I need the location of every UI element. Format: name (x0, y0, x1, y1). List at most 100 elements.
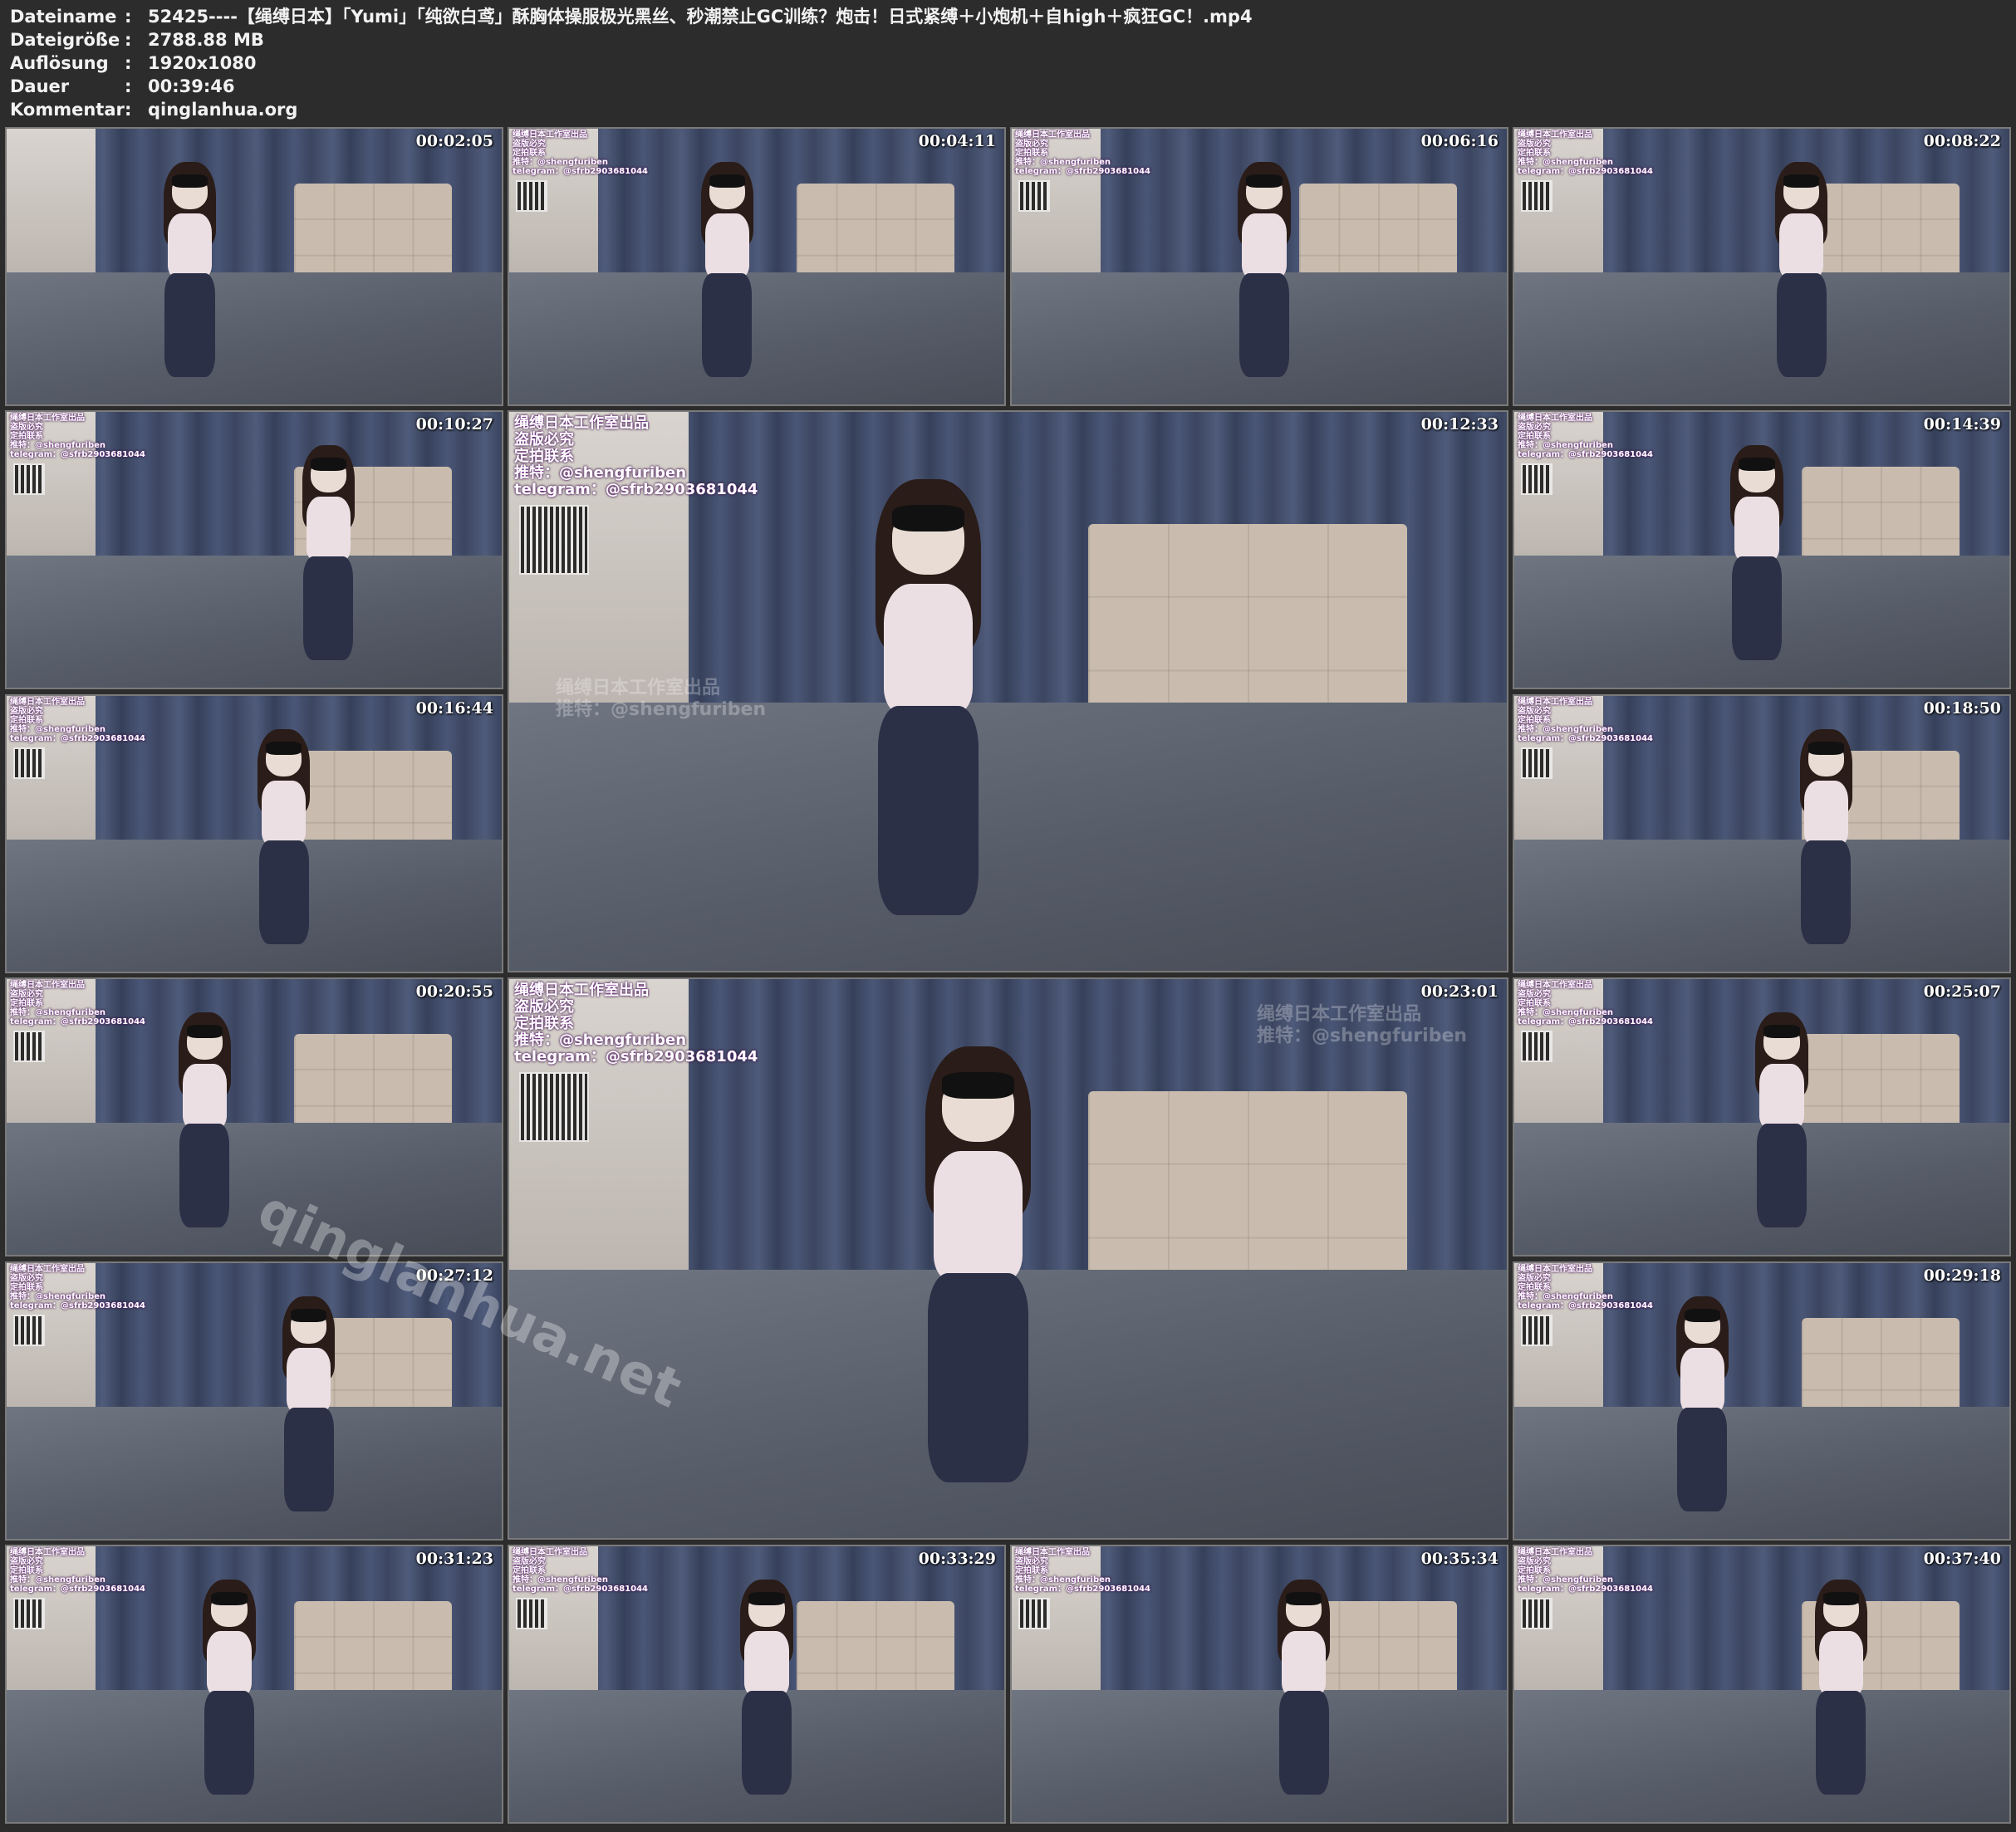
watermark-line: telegram：@sfrb2903681044 (514, 481, 758, 498)
watermark-line: 定拍联系 (10, 999, 43, 1008)
figure-legs (702, 273, 753, 377)
watermark-line: 推特：@shengfuriben (1518, 1292, 1614, 1301)
studio-watermark: 绳缚日本工作室出品 盗版必究 定拍联系 推特：@shengfuriben telegra… (1518, 981, 1653, 1026)
timestamp-label: 00:04:11 (918, 132, 996, 150)
watermark-line: 绳缚日本工作室出品 (514, 414, 649, 432)
watermark-line: 定拍联系 (1015, 1566, 1048, 1575)
figure-legs (1801, 840, 1852, 944)
watermark-line: 推特：@shengfuriben (1015, 158, 1111, 167)
figure-body (744, 1630, 789, 1696)
figure-mask (941, 1072, 1015, 1099)
timestamp-label: 00:25:07 (1923, 982, 2001, 1001)
watermark-line: telegram：@sfrb2903681044 (1518, 734, 1654, 743)
watermark-line: 推特：@shengfuriben (1518, 158, 1614, 167)
qr-code-icon (13, 1031, 45, 1062)
figure-legs (258, 840, 309, 944)
figure-legs (1756, 1124, 1807, 1227)
figure-body (182, 1063, 228, 1129)
figure-mask (1808, 742, 1845, 755)
watermark-line: 盗版必究 (514, 998, 574, 1016)
studio-watermark: 绳缚日本工作室出品 盗版必究 定拍联系 推特：@shengfuriben telegra… (1015, 130, 1150, 176)
info-separator: : (125, 7, 132, 27)
info-value: 52425----【绳缚日本】「Yumi」「纯欲白鸢」酥胸体操服极光黑丝、秒潮禁… (148, 7, 1253, 27)
scene-figure (1792, 728, 1861, 944)
watermark-line: 推特：@shengfuriben (514, 1031, 687, 1049)
studio-watermark: 绳缚日本工作室出品 盗版必究 定拍联系 推特：@shengfuriben telegra… (513, 130, 648, 176)
figure-body (1778, 213, 1824, 278)
qr-code-icon (13, 463, 45, 495)
watermark-line: 定拍联系 (1015, 149, 1048, 158)
figure-legs (179, 1124, 230, 1227)
watermark-line: telegram：@sfrb2903681044 (513, 167, 649, 176)
watermark-line: 盗版必究 (1518, 1274, 1551, 1283)
watermark-line: 盗版必究 (514, 431, 574, 448)
studio-watermark: 绳缚日本工作室出品 盗版必究 定拍联系 推特：@shengfuriben telegra… (1518, 1265, 1653, 1310)
qr-code-icon (519, 505, 589, 575)
timestamp-label: 00:20:55 (415, 982, 493, 1001)
scene-figure (1668, 1296, 1737, 1511)
watermark-line: 盗版必究 (513, 140, 546, 149)
watermark-line: 盗版必究 (10, 1274, 43, 1283)
watermark-line: 定拍联系 (1518, 716, 1551, 725)
figure-legs (283, 1408, 334, 1511)
qr-code-icon (1521, 1598, 1552, 1629)
watermark-line: 推特：@shengfuriben (1518, 1575, 1614, 1585)
video-frame-thumbnail: 绳缚日本工作室出品 盗版必究 定拍联系 推特：@shengfuriben telegra… (5, 1545, 503, 1824)
watermark-line: 盗版必究 (1015, 140, 1048, 149)
watermark-line: telegram：@sfrb2903681044 (1015, 167, 1151, 176)
faint-watermark: 绳缚日本工作室出品 推特：@shengfuriben (556, 678, 766, 721)
watermark-line: 推特：@shengfuriben (10, 1292, 106, 1301)
figure-legs (877, 705, 979, 915)
qr-code-icon (13, 747, 45, 779)
watermark-line: telegram：@sfrb2903681044 (513, 1585, 649, 1594)
figure-legs (164, 273, 215, 377)
studio-watermark: 绳缚日本工作室出品 盗版必究 定拍联系 推特：@shengfuriben telegra… (513, 1548, 648, 1594)
info-key: Dateiname (10, 7, 117, 27)
watermark-line: 绳缚日本工作室出品 (10, 1265, 85, 1274)
watermark-line: 绳缚日本工作室出品 (10, 981, 85, 990)
timestamp-label: 00:14:39 (1923, 415, 2001, 434)
watermark-line: 推特：@shengfuriben (10, 1575, 106, 1585)
timestamp-label: 00:10:27 (415, 415, 493, 434)
watermark-line: telegram：@sfrb2903681044 (1518, 1301, 1654, 1310)
watermark-line: 盗版必究 (10, 707, 43, 716)
scene-figure (1767, 161, 1836, 377)
faint-watermark: 绳缚日本工作室出品 推特：@shengfuriben (1257, 1004, 1467, 1047)
faint-watermark-line: 绳缚日本工作室出品 (556, 678, 721, 698)
qr-code-icon (1521, 1031, 1552, 1062)
qr-code-icon (13, 1315, 45, 1346)
figure-mask (266, 742, 302, 755)
watermark-line: 推特：@shengfuriben (514, 464, 687, 482)
figure-body (1734, 496, 1779, 561)
scene-figure (908, 1046, 1047, 1482)
figure-mask (748, 1592, 785, 1605)
scene-bed (7, 1406, 502, 1539)
watermark-line: telegram：@sfrb2903681044 (1518, 1585, 1654, 1594)
watermark-line: 盗版必究 (1518, 990, 1551, 999)
figure-legs (1776, 273, 1827, 377)
watermark-line: 推特：@shengfuriben (513, 1575, 609, 1585)
video-frame-thumbnail: 绳缚日本工作室出品 盗版必究 定拍联系 推特：@shengfuriben telegra… (1513, 694, 2011, 973)
watermark-line: 盗版必究 (10, 990, 43, 999)
watermark-line: telegram：@sfrb2903681044 (10, 1301, 146, 1310)
watermark-line: telegram：@sfrb2903681044 (1518, 167, 1654, 176)
video-frame-thumbnail: 绳缚日本工作室出品 盗版必究 定拍联系 推特：@shengfuriben telegra… (1513, 410, 2011, 689)
figure-body (207, 1630, 252, 1696)
figure-mask (310, 458, 347, 471)
timestamp-label: 00:35:34 (1420, 1550, 1499, 1568)
watermark-line: telegram：@sfrb2903681044 (10, 1585, 146, 1594)
info-row-filename: Dateiname : 52425----【绳缚日本】「Yumi」「纯欲白鸢」酥… (10, 5, 2004, 28)
watermark-line: telegram：@sfrb2903681044 (1015, 1585, 1151, 1594)
info-row-resolution: Auflösung : 1920x1080 (10, 51, 2004, 75)
watermark-line: 盗版必究 (1518, 707, 1551, 716)
timestamp-label: 00:27:12 (415, 1266, 493, 1285)
watermark-line: 定拍联系 (10, 1566, 43, 1575)
watermark-line: 定拍联系 (10, 716, 43, 725)
qr-code-icon (13, 1598, 45, 1629)
watermark-line: 盗版必究 (10, 1557, 43, 1566)
watermark-line: 推特：@shengfuriben (513, 158, 609, 167)
watermark-line: 盗版必究 (513, 1557, 546, 1566)
video-frame-thumbnail: 绳缚日本工作室出品 盗版必究 定拍联系 推特：@shengfuriben telegra… (5, 977, 503, 1256)
qr-code-icon (1521, 1315, 1552, 1346)
figure-mask (891, 505, 965, 531)
